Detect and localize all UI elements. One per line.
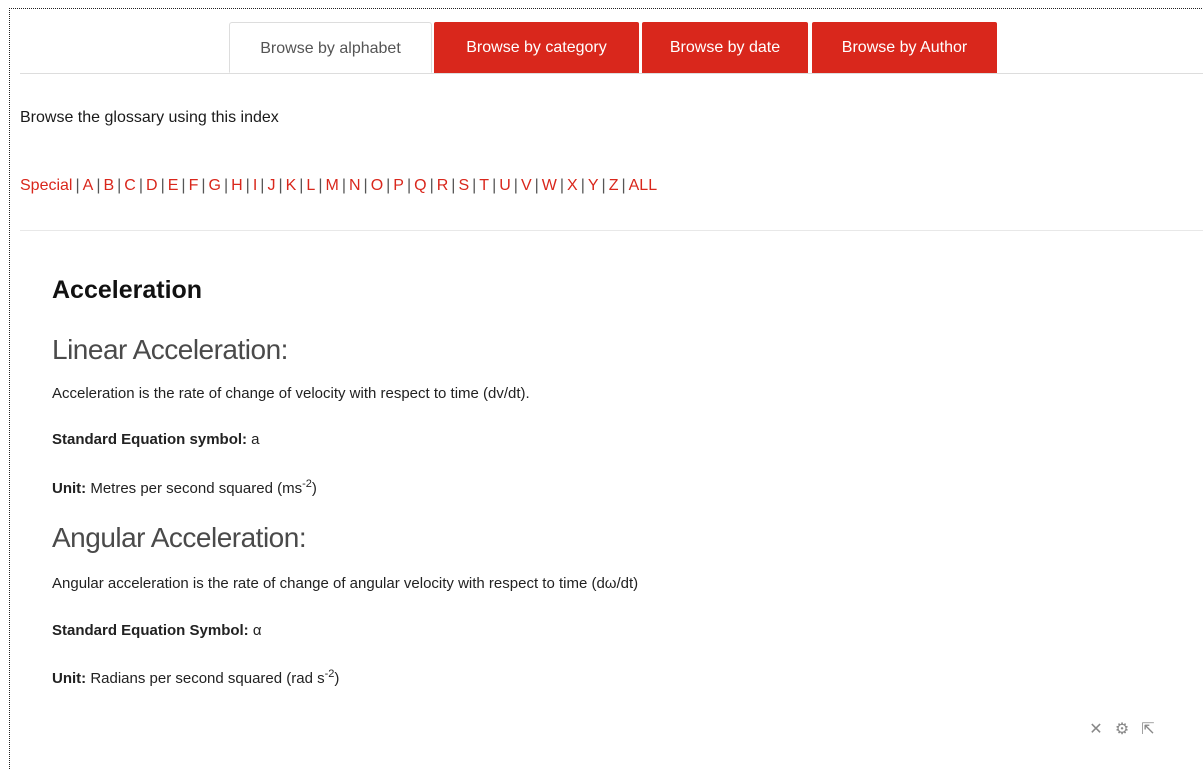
index-separator: | xyxy=(117,177,122,194)
glossary-entry: Acceleration Linear Acceleration: Accele… xyxy=(52,275,1152,687)
delete-icon[interactable]: ✕ xyxy=(1088,722,1104,738)
index-letter-q[interactable]: Q xyxy=(414,177,426,194)
index-letter-k[interactable]: K xyxy=(286,177,297,194)
index-separator: | xyxy=(245,177,250,194)
index-separator: | xyxy=(181,177,186,194)
index-letter-l[interactable]: L xyxy=(306,177,315,194)
symbol-label: Standard Equation symbol: xyxy=(52,431,248,448)
index-letter-g[interactable]: G xyxy=(209,177,221,194)
index-separator: | xyxy=(472,177,477,194)
index-letter-m[interactable]: M xyxy=(325,177,338,194)
angular-unit-line: Unit: Radians per second squared (rad s-… xyxy=(52,668,339,687)
browse-tabs: Browse by alphabet Browse by category Br… xyxy=(20,22,1203,74)
entry-concept-title: Acceleration xyxy=(52,276,203,304)
unit-label: Unit: xyxy=(52,670,87,687)
index-letter-t[interactable]: T xyxy=(479,177,489,194)
index-separator: | xyxy=(492,177,497,194)
tab-browse-by-author[interactable]: Browse by Author xyxy=(812,22,997,73)
browse-intro-text: Browse the glossary using this index xyxy=(20,109,279,126)
symbol-value: α xyxy=(248,622,262,639)
index-letter-a[interactable]: A xyxy=(83,177,94,194)
index-separator: | xyxy=(138,177,144,194)
index-separator: | xyxy=(429,177,434,194)
angular-symbol-line: Standard Equation Symbol: α xyxy=(52,622,262,639)
index-separator: | xyxy=(160,177,165,194)
unit-value: Radians per second squared (rad s xyxy=(86,670,325,687)
unit-value: Metres per second squared (ms xyxy=(86,480,303,497)
linear-acceleration-heading: Linear Acceleration: xyxy=(52,334,288,365)
alphabet-index: Special | A | B | C | D | E | F | G | H | I | J | K | L | M | N | O | P |… xyxy=(20,177,657,195)
index-separator: | xyxy=(318,177,323,194)
unit-exponent: -2 xyxy=(302,478,312,490)
index-letter-r[interactable]: R xyxy=(437,177,449,194)
index-letter-b[interactable]: B xyxy=(103,177,114,194)
index-separator: | xyxy=(201,177,206,194)
index-separator: | xyxy=(299,177,304,194)
index-letter-u[interactable]: U xyxy=(499,177,511,194)
index-letter-d[interactable]: D xyxy=(146,177,158,194)
index-letter-all[interactable]: ALL xyxy=(629,177,657,194)
linear-symbol-line: Standard Equation symbol: a xyxy=(52,431,260,448)
index-letter-x[interactable]: X xyxy=(567,177,578,194)
entry-action-icons: ✕ ⚙ ⇱ xyxy=(1088,722,1156,738)
index-letter-h[interactable]: H xyxy=(231,177,243,194)
index-separator: | xyxy=(621,177,626,194)
index-separator: | xyxy=(363,177,368,194)
unit-close: ) xyxy=(311,480,317,497)
index-separator: | xyxy=(534,177,539,194)
linear-acceleration-description: Acceleration is the rate of change of ve… xyxy=(52,385,530,402)
divider xyxy=(20,230,1203,231)
index-letter-i[interactable]: I xyxy=(253,177,257,194)
index-separator: | xyxy=(601,177,606,194)
symbol-value: a xyxy=(247,431,260,448)
index-letter-v[interactable]: V xyxy=(521,177,532,194)
index-separator: | xyxy=(559,177,565,194)
unit-close: ) xyxy=(334,670,340,687)
index-separator: | xyxy=(386,177,391,194)
index-separator: | xyxy=(341,177,346,194)
index-letter-w[interactable]: W xyxy=(542,177,557,194)
index-separator: | xyxy=(580,177,585,194)
tab-browse-by-category[interactable]: Browse by category xyxy=(434,22,639,73)
index-letter-o[interactable]: O xyxy=(371,177,383,194)
export-icon[interactable]: ⇱ xyxy=(1140,722,1156,738)
index-letter-e[interactable]: E xyxy=(168,177,179,194)
index-separator: | xyxy=(223,177,229,194)
tab-browse-by-date[interactable]: Browse by date xyxy=(642,22,808,73)
unit-label: Unit: xyxy=(52,480,87,497)
index-separator: | xyxy=(513,177,518,194)
index-separator: | xyxy=(260,177,265,194)
index-letter-c[interactable]: C xyxy=(124,177,136,194)
index-letter-f[interactable]: F xyxy=(189,177,199,194)
index-letter-z[interactable]: Z xyxy=(609,177,619,194)
index-separator: | xyxy=(278,177,283,194)
unit-exponent: -2 xyxy=(324,668,335,680)
index-letter-p[interactable]: P xyxy=(393,177,404,194)
index-separator: | xyxy=(96,177,101,194)
index-separator: | xyxy=(451,177,456,194)
index-separator: | xyxy=(406,177,412,194)
symbol-label: Standard Equation Symbol: xyxy=(52,622,249,639)
angular-acceleration-description: Angular acceleration is the rate of chan… xyxy=(52,575,639,592)
index-separator: | xyxy=(75,177,80,194)
index-letter-special[interactable]: Special xyxy=(20,177,72,194)
index-letter-y[interactable]: Y xyxy=(588,177,599,194)
tab-browse-by-alphabet[interactable]: Browse by alphabet xyxy=(229,22,432,73)
settings-icon[interactable]: ⚙ xyxy=(1114,722,1130,738)
index-letter-j[interactable]: J xyxy=(267,177,275,194)
angular-acceleration-heading: Angular Acceleration: xyxy=(52,522,307,553)
index-letter-n[interactable]: N xyxy=(349,177,361,194)
linear-unit-line: Unit: Metres per second squared (ms-2) xyxy=(52,478,317,497)
index-letter-s[interactable]: S xyxy=(458,177,469,194)
